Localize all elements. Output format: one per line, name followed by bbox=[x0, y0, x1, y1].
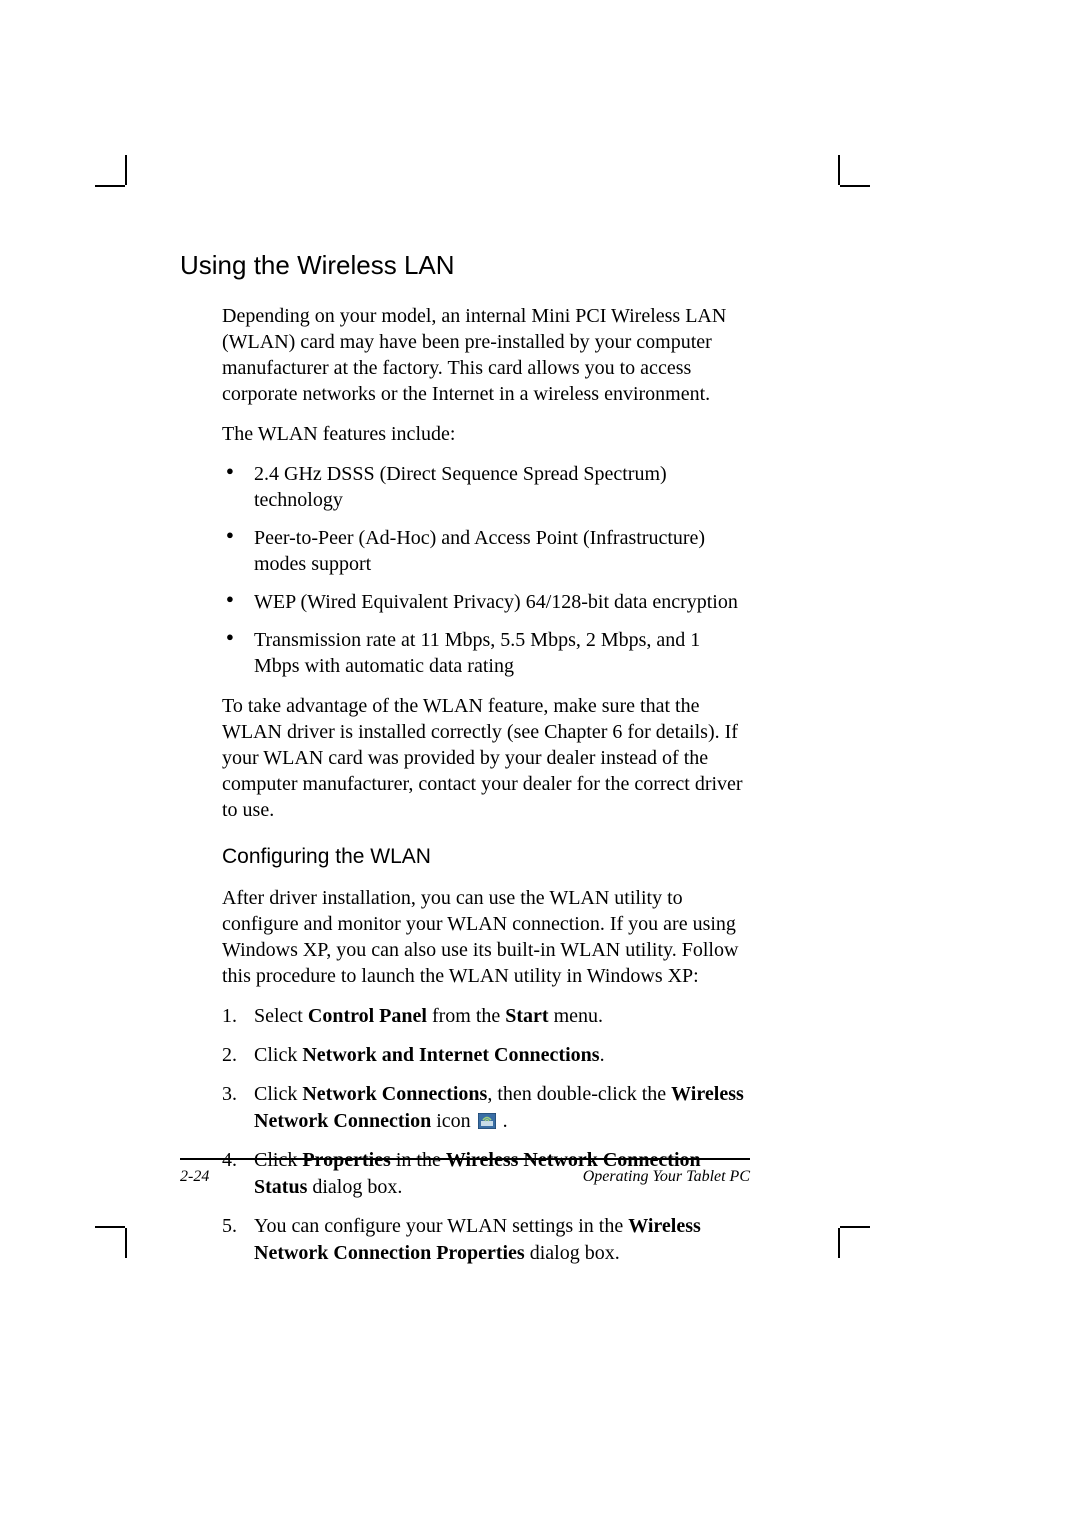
step-text: Click bbox=[254, 1083, 302, 1105]
step-text: Click bbox=[254, 1044, 302, 1066]
steps-list: Select Control Panel from the Start menu… bbox=[222, 1003, 750, 1267]
feature-list: 2.4 GHz DSSS (Direct Sequence Spread Spe… bbox=[222, 461, 750, 679]
step-text: icon bbox=[431, 1110, 475, 1132]
page-content: Using the Wireless LAN Depending on your… bbox=[180, 250, 750, 1279]
step-text: , then double-click the bbox=[487, 1083, 671, 1105]
step-bold: Start bbox=[505, 1005, 548, 1027]
features-lead: The WLAN features include: bbox=[222, 421, 750, 447]
step-text: You can configure your WLAN settings in … bbox=[254, 1215, 628, 1237]
list-item: Click Network Connections, then double-c… bbox=[222, 1081, 750, 1135]
step-text: dialog box. bbox=[525, 1242, 620, 1264]
list-item: 2.4 GHz DSSS (Direct Sequence Spread Spe… bbox=[222, 461, 750, 513]
step-text: . bbox=[498, 1110, 508, 1132]
crop-mark bbox=[95, 1226, 125, 1228]
wireless-connection-icon bbox=[478, 1110, 496, 1126]
crop-mark bbox=[95, 185, 125, 187]
crop-mark bbox=[838, 155, 840, 185]
crop-mark bbox=[125, 1228, 127, 1258]
crop-mark bbox=[840, 1226, 870, 1228]
crop-mark bbox=[838, 1228, 840, 1258]
list-item: Transmission rate at 11 Mbps, 5.5 Mbps, … bbox=[222, 627, 750, 679]
list-item: Select Control Panel from the Start menu… bbox=[222, 1003, 750, 1030]
step-text: menu. bbox=[549, 1005, 603, 1027]
step-bold: Network Connections bbox=[302, 1083, 487, 1105]
config-intro-paragraph: After driver installation, you can use t… bbox=[222, 885, 750, 989]
footer-title: Operating Your Tablet PC bbox=[180, 1168, 750, 1186]
list-item: You can configure your WLAN settings in … bbox=[222, 1213, 750, 1267]
intro-paragraph: Depending on your model, an internal Min… bbox=[222, 303, 750, 407]
subsection-heading: Configuring the WLAN bbox=[222, 845, 750, 869]
step-bold: Network and Internet Connections bbox=[302, 1044, 599, 1066]
list-item: Peer-to-Peer (Ad-Hoc) and Access Point (… bbox=[222, 525, 750, 577]
step-text: Select bbox=[254, 1005, 308, 1027]
list-item: Click Network and Internet Connections. bbox=[222, 1042, 750, 1069]
section-heading: Using the Wireless LAN bbox=[180, 250, 750, 281]
footer-rule bbox=[180, 1158, 750, 1160]
crop-mark bbox=[125, 155, 127, 185]
list-item: WEP (Wired Equivalent Privacy) 64/128-bi… bbox=[222, 589, 750, 615]
advantage-paragraph: To take advantage of the WLAN feature, m… bbox=[222, 693, 750, 823]
crop-mark bbox=[840, 185, 870, 187]
step-text: from the bbox=[427, 1005, 505, 1027]
step-text: . bbox=[600, 1044, 605, 1066]
step-bold: Control Panel bbox=[308, 1005, 427, 1027]
